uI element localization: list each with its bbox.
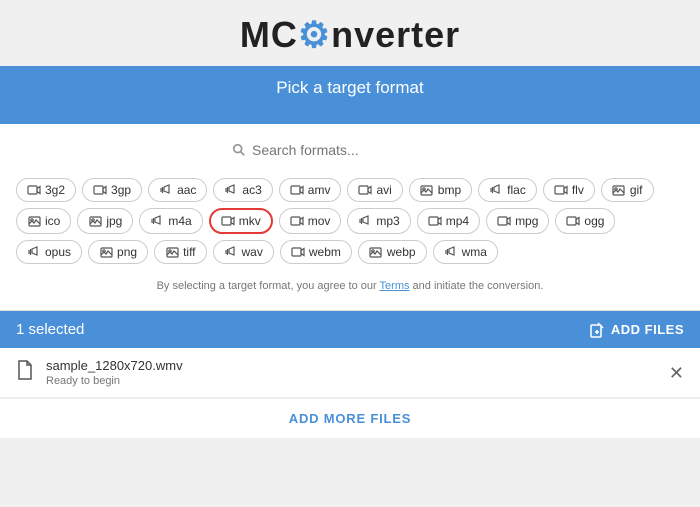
video-icon: [27, 185, 41, 195]
format-btn-webm[interactable]: webm: [280, 240, 352, 264]
add-more-files-button[interactable]: ADD MORE FILES: [0, 398, 700, 438]
format-btn-webp[interactable]: webp: [358, 240, 427, 264]
format-btn-mpg[interactable]: mpg: [486, 208, 549, 234]
image-icon: [165, 247, 179, 257]
format-btn-3g2[interactable]: 3g2: [16, 178, 76, 202]
terms-line: By selecting a target format, you agree …: [16, 274, 684, 300]
app-title: MC⚙nverter: [0, 14, 700, 56]
format-btn-bmp[interactable]: bmp: [409, 178, 472, 202]
format-btn-amv[interactable]: amv: [279, 178, 342, 202]
selected-count: 1 selected: [16, 321, 84, 338]
audio-icon: [224, 185, 238, 195]
video-icon: [93, 185, 107, 195]
format-btn-ogg[interactable]: ogg: [555, 208, 615, 234]
format-btn-opus[interactable]: opus: [16, 240, 82, 264]
video-icon: [221, 216, 235, 226]
format-btn-avi[interactable]: avi: [347, 178, 402, 202]
format-panel: Pick a target format: [0, 66, 700, 124]
format-btn-mkv[interactable]: mkv: [209, 208, 273, 234]
audio-icon: [489, 185, 503, 195]
format-btn-flv[interactable]: flv: [543, 178, 595, 202]
format-btn-m4a[interactable]: m4a: [139, 208, 202, 234]
video-icon: [566, 216, 580, 226]
formats-area: 3g23gpaacac3 amvavibmpflacflvgif icojpgm4a…: [0, 124, 700, 310]
audio-icon: [224, 247, 238, 257]
image-icon: [27, 216, 41, 226]
image-icon: [88, 216, 102, 226]
files-header: 1 selected ADD FILES: [0, 311, 700, 348]
format-btn-flac[interactable]: flac: [478, 178, 537, 202]
audio-icon: [159, 185, 173, 195]
audio-icon: [444, 247, 458, 257]
format-btn-gif[interactable]: gif: [601, 178, 654, 202]
gear-icon: ⚙: [298, 14, 331, 56]
file-name: sample_1280x720.wmv: [46, 358, 669, 373]
file-status: Ready to begin: [46, 375, 669, 387]
image-icon: [369, 247, 383, 257]
add-files-button[interactable]: ADD FILES: [589, 322, 684, 338]
format-btn-jpg[interactable]: jpg: [77, 208, 133, 234]
audio-icon: [27, 247, 41, 257]
format-btn-mp4[interactable]: mp4: [417, 208, 480, 234]
search-icon: [232, 143, 246, 157]
format-btn-mp3[interactable]: mp3: [347, 208, 410, 234]
format-btn-mov[interactable]: mov: [279, 208, 342, 234]
terms-link[interactable]: Terms: [380, 280, 410, 292]
video-icon: [290, 216, 304, 226]
file-row: sample_1280x720.wmv Ready to begin ✕: [0, 348, 700, 398]
format-btn-ico[interactable]: ico: [16, 208, 71, 234]
video-icon: [358, 185, 372, 195]
bottom-section: 1 selected ADD FILES sample_1280x720.wmv…: [0, 310, 700, 438]
file-icon: [16, 360, 34, 385]
format-btn-ac3[interactable]: ac3: [213, 178, 272, 202]
image-icon: [420, 185, 434, 195]
search-input[interactable]: [252, 142, 468, 158]
format-btn-wma[interactable]: wma: [433, 240, 498, 264]
file-info: sample_1280x720.wmv Ready to begin: [46, 358, 669, 387]
format-btn-aac[interactable]: aac: [148, 178, 207, 202]
video-icon: [291, 247, 305, 257]
video-icon: [554, 185, 568, 195]
format-btn-png[interactable]: png: [88, 240, 148, 264]
remove-file-button[interactable]: ✕: [669, 364, 684, 382]
video-icon: [290, 185, 304, 195]
add-files-icon: [589, 322, 605, 338]
format-panel-title: Pick a target format: [20, 78, 680, 98]
video-icon: [497, 216, 511, 226]
video-icon: [428, 216, 442, 226]
audio-icon: [150, 216, 164, 226]
format-buttons-grid: 3g23gpaacac3 amvavibmpflacflvgif icojpgm4a…: [16, 178, 684, 264]
format-btn-tiff[interactable]: tiff: [154, 240, 206, 264]
audio-icon: [358, 216, 372, 226]
app-header: MC⚙nverter: [0, 0, 700, 66]
format-btn-wav[interactable]: wav: [213, 240, 274, 264]
format-btn-3gp[interactable]: 3gp: [82, 178, 142, 202]
image-icon: [612, 185, 626, 195]
search-box: [220, 136, 480, 164]
image-icon: [99, 247, 113, 257]
